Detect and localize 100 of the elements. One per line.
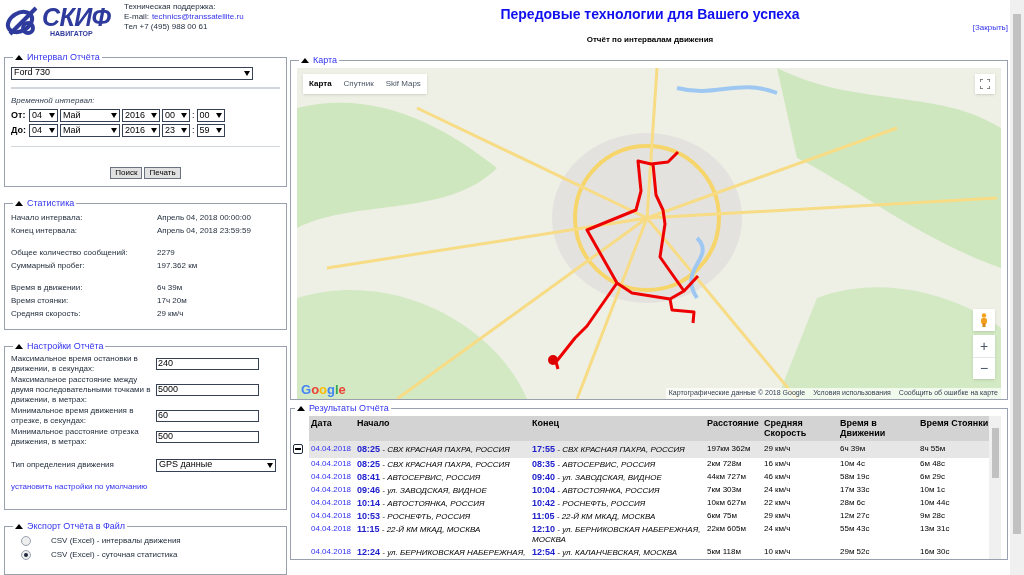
- vehicle-select[interactable]: Ford 730: [11, 66, 253, 80]
- radio-button[interactable]: [21, 549, 31, 560]
- table-cell-text: 55м 43с: [839, 522, 871, 535]
- stat-value: 6ч 39м: [157, 281, 183, 293]
- trip-point: 10:42 - РОСНЕФТЬ, РОССИЯ: [531, 496, 647, 510]
- table-cell-text: 12м 27с: [839, 509, 871, 522]
- map-type-tab[interactable]: Карта: [303, 73, 338, 94]
- date-link[interactable]: 04.04.2018: [309, 457, 355, 471]
- phone-text: Тел +7 (495) 988 00 61: [124, 22, 209, 32]
- setting-input[interactable]: 240: [156, 357, 259, 370]
- panel-legend[interactable]: Статистика: [27, 197, 75, 211]
- reset-link[interactable]: установить настройки по умолчанию: [11, 480, 280, 493]
- stat-label: Общее количество сообщений:: [11, 246, 129, 258]
- map-type-tab[interactable]: Skif Maps: [379, 73, 427, 94]
- column-header[interactable]: Расстояние: [705, 415, 762, 441]
- stat-value: 29 км/ч: [157, 307, 184, 319]
- day-select[interactable]: 04: [29, 124, 58, 138]
- month-select[interactable]: Май: [60, 108, 120, 122]
- table-cell: 2км 728м: [705, 457, 762, 471]
- table-cell-text: 29м 52с: [839, 545, 871, 558]
- fullscreen-button[interactable]: [975, 73, 995, 94]
- panel-legend[interactable]: Настройки Отчёта: [27, 340, 104, 354]
- stat-value: 2279: [157, 246, 175, 258]
- zoom-out-button[interactable]: −: [973, 356, 995, 379]
- minute-select[interactable]: 59: [196, 124, 225, 138]
- table-cell-text: 16м 30с: [919, 545, 951, 558]
- setting-input[interactable]: 5000: [156, 383, 259, 396]
- person-icon: [980, 312, 988, 327]
- panel-legend[interactable]: Экспорт Отчёта в Файл: [27, 520, 126, 534]
- email-label: E-mail:: [124, 12, 149, 22]
- panel-legend[interactable]: Результаты Отчёта: [309, 402, 389, 416]
- setting-label: Максимальное расстояние между двумя последовательными точками в движении, в метрах:: [11, 374, 152, 405]
- table-cell: 10м 4с: [838, 457, 918, 471]
- date-link[interactable]: 04.04.2018: [309, 545, 355, 559]
- radio-label: CSV (Excel) - суточная статистика: [51, 548, 178, 561]
- column-header[interactable]: Время в Движении: [838, 415, 918, 441]
- year-select[interactable]: 2016: [122, 124, 160, 138]
- trip-point: 08:25 - СВХ КРАСНАЯ ПАХРА, РОССИЯ: [355, 457, 530, 471]
- table-cell-text: 9м 28с: [919, 509, 947, 522]
- map-type-tab[interactable]: Спутник: [337, 73, 380, 94]
- toggle-icon[interactable]: [15, 524, 23, 530]
- zoom-in-button[interactable]: +: [973, 334, 995, 357]
- column-header[interactable]: Время Стоянки: [918, 415, 989, 441]
- stat-value: Апрель 04, 2018 00:00:00: [157, 211, 251, 223]
- minute-select[interactable]: 00: [196, 108, 225, 122]
- trip-point: 08:41 - АВТОСЕРВИС, РОССИЯ: [356, 470, 482, 484]
- table-cell-text: 10м 44с: [919, 496, 951, 509]
- trip-point: 12:10 - ул. БЕРНИКОВСКАЯ НАБЕРЕЖНАЯ, МОСКВА: [531, 522, 702, 546]
- action-button[interactable]: Поиск: [110, 166, 143, 179]
- toggle-icon[interactable]: [15, 201, 23, 207]
- month-select[interactable]: Май: [60, 124, 120, 138]
- collapse-toggle[interactable]: [293, 444, 303, 454]
- toggle-icon[interactable]: [297, 406, 305, 412]
- panel-legend[interactable]: Карта: [313, 54, 338, 68]
- caret-icon: [151, 128, 157, 134]
- panel-legend[interactable]: Интервал Отчёта: [27, 51, 100, 65]
- setting-label: Тип определения движения: [11, 459, 115, 471]
- page-scrollbar[interactable]: [1010, 0, 1024, 575]
- stat-value: 197.362 км: [157, 259, 198, 271]
- stat-label: Время стоянки:: [11, 294, 70, 306]
- trip-point: 09:46 - ул. ЗАВОДСКАЯ, ВИДНОЕ: [356, 483, 488, 497]
- date-link[interactable]: 04.04.2018: [309, 470, 355, 484]
- time-separator: :: [192, 124, 195, 137]
- table-cell-text: 44км 727м: [706, 470, 747, 483]
- stat-value: 17ч 20м: [157, 294, 187, 306]
- action-button[interactable]: Печать: [144, 166, 181, 179]
- date-link[interactable]: 04.04.2018: [309, 522, 355, 546]
- date-link[interactable]: 04.04.2018: [309, 483, 355, 497]
- column-header[interactable]: Начало: [355, 415, 530, 441]
- table-cell-text: 10 км/ч: [763, 545, 792, 558]
- setting-input[interactable]: 60: [156, 409, 259, 422]
- day-select[interactable]: 04: [29, 108, 58, 122]
- radio-button[interactable]: [21, 535, 31, 546]
- toggle-icon[interactable]: [15, 344, 23, 350]
- headline: Передовые технологии для Вашего успеха: [500, 5, 800, 24]
- toggle-icon[interactable]: [15, 55, 23, 61]
- hour-select[interactable]: 23: [162, 124, 190, 138]
- trip-point: 08:35 - АВТОСЕРВИС, РОССИЯ: [530, 457, 705, 471]
- column-header[interactable]: Средняя Скорость: [762, 415, 838, 441]
- email-link[interactable]: technics@transsatellite.ru: [151, 12, 244, 22]
- date-link[interactable]: 04.04.2018: [309, 509, 355, 523]
- table-cell-text: 10км 627м: [706, 496, 747, 509]
- hour-select[interactable]: 00: [162, 108, 190, 122]
- range-label: До:: [11, 124, 27, 137]
- column-header[interactable]: Конец: [530, 415, 705, 441]
- close-link[interactable]: [Закрыть]: [972, 22, 1008, 34]
- results-scrollbar[interactable]: [989, 415, 1001, 559]
- setting-label: Минимальное расстояние отрезка движения, в метрах:: [11, 426, 140, 447]
- setting-label: Минимальное время движения в отрезке, в секундах:: [11, 405, 135, 426]
- interval-label: Временной интервал:: [11, 94, 96, 107]
- table-cell-text: 22км 605м: [706, 522, 747, 535]
- year-select[interactable]: 2016: [122, 108, 160, 122]
- movement-type-select[interactable]: GPS данные: [156, 458, 276, 472]
- setting-input[interactable]: 500: [156, 430, 259, 443]
- caret-icon: [111, 112, 117, 118]
- date-link[interactable]: 04.04.2018: [309, 496, 355, 510]
- column-header[interactable]: Дата: [309, 415, 355, 441]
- report-title: Отчёт по интервалам движения: [586, 34, 714, 46]
- toggle-icon[interactable]: [301, 58, 309, 64]
- trip-point: 11:05 - 22-Й КМ МКАД, МОСКВА: [531, 509, 657, 523]
